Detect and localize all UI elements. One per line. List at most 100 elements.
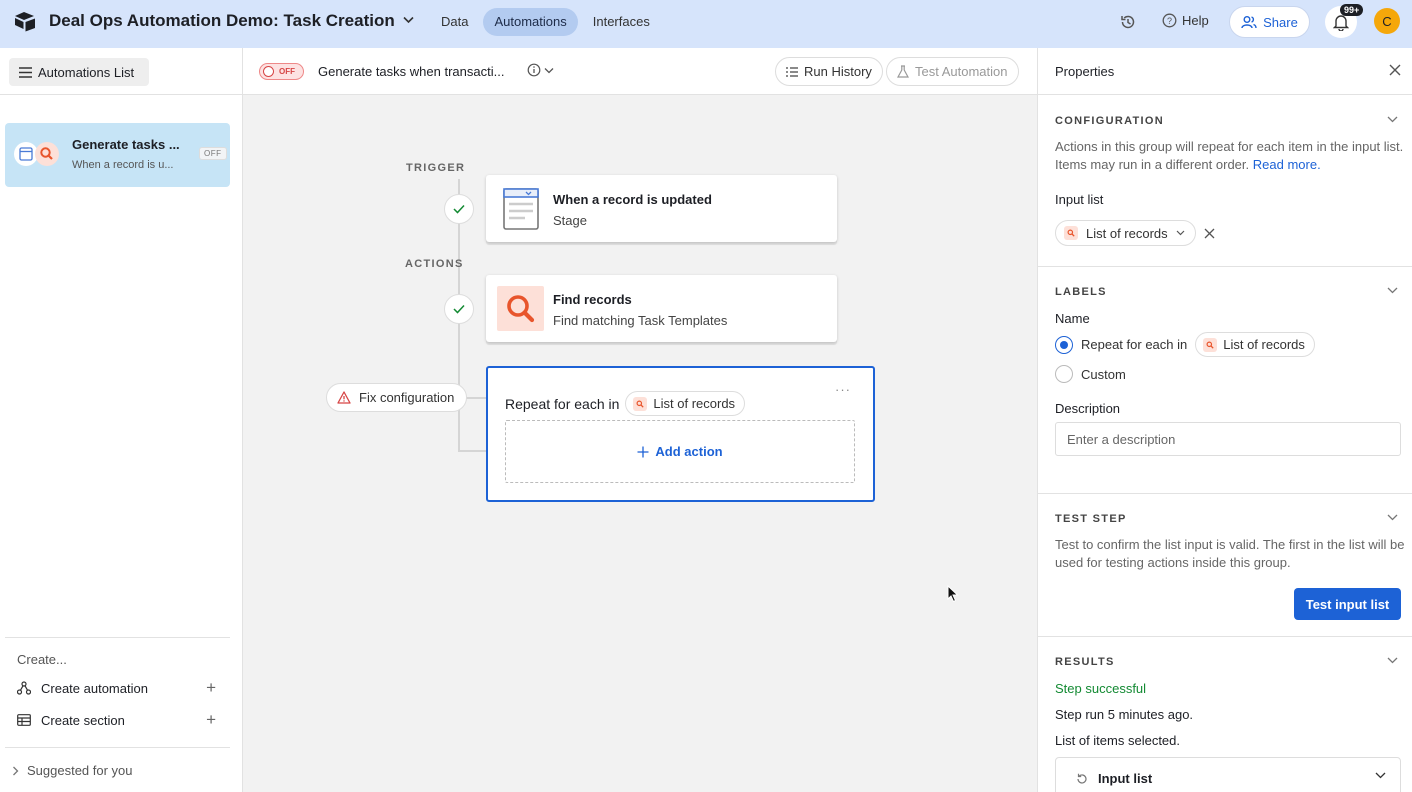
trigger-card[interactable]: When a record is updated Stage [486, 175, 837, 242]
help-label: Help [1182, 13, 1209, 28]
chevron-down-icon[interactable] [1387, 514, 1398, 521]
share-button[interactable]: Share [1229, 6, 1310, 38]
base-title[interactable]: Deal Ops Automation Demo: Task Creation [49, 11, 414, 31]
chevron-down-icon[interactable] [1387, 287, 1398, 294]
name-option-custom[interactable]: Custom [1055, 365, 1126, 383]
name-option-repeat[interactable]: Repeat for each in List of records [1055, 332, 1315, 357]
option-custom-label: Custom [1081, 366, 1126, 382]
repeat-title: Repeat for each in List of records [505, 391, 746, 416]
chevron-down-icon[interactable] [1387, 116, 1398, 123]
search-icon [1203, 337, 1218, 352]
divider [5, 747, 230, 748]
test-step-description: Test to confirm the list input is valid.… [1055, 537, 1405, 570]
chevron-down-icon[interactable] [1387, 657, 1398, 664]
notification-badge: 99+ [1340, 4, 1364, 16]
input-list-field: List of records [1055, 220, 1215, 246]
clear-icon[interactable] [1204, 228, 1215, 239]
automation-header: OFF Generate tasks when transacti... Run… [243, 48, 1037, 95]
warning-icon [337, 391, 351, 404]
results-heading: RESULTS [1055, 656, 1115, 668]
more-options-icon[interactable]: ··· [835, 382, 851, 397]
plus-icon[interactable]: + [206, 710, 216, 730]
test-input-list-button[interactable]: Test input list [1294, 588, 1401, 620]
add-action-label: Add action [655, 444, 723, 459]
plus-icon[interactable]: + [206, 678, 216, 698]
configuration-description: Actions in this group will repeat for ea… [1055, 138, 1405, 174]
automations-sidebar: Automations List Generate tasks ... When… [0, 48, 243, 792]
fix-configuration-button[interactable]: Fix configuration [326, 383, 468, 412]
mouse-cursor-icon [947, 585, 959, 603]
input-list-result-header: Input list [1076, 771, 1152, 786]
divider [1038, 493, 1412, 494]
close-icon[interactable] [1389, 64, 1401, 76]
chevron-down-icon[interactable] [1375, 772, 1386, 779]
find-records-card[interactable]: Find records Find matching Task Template… [486, 275, 837, 342]
list-of-records-chip: List of records [1195, 332, 1315, 357]
input-list-result[interactable]: Input list [1055, 757, 1401, 792]
name-label: Name [1055, 311, 1090, 326]
trigger-action-icons [14, 142, 59, 166]
section-icon [17, 714, 33, 726]
run-history-button[interactable]: Run History [775, 57, 883, 86]
create-automation-button[interactable]: Create automation + [17, 677, 222, 699]
create-label: Create... [17, 652, 67, 667]
properties-panel: Properties CONFIGURATION Actions in this… [1037, 48, 1412, 792]
tab-data[interactable]: Data [430, 8, 479, 36]
users-icon [1241, 16, 1257, 29]
trigger-label: TRIGGER [406, 162, 466, 174]
suggested-label: Suggested for you [27, 763, 133, 778]
input-list-select[interactable]: List of records [1055, 220, 1196, 246]
history-icon[interactable] [1119, 13, 1137, 31]
help-button[interactable]: ? Help [1162, 13, 1209, 28]
radio-button[interactable] [1055, 335, 1073, 354]
divider [1038, 266, 1412, 267]
record-updated-icon [503, 188, 539, 230]
description-label: Description [1055, 401, 1121, 416]
items-selected-text: List of items selected. [1055, 733, 1180, 748]
connector-line [458, 450, 488, 452]
automation-subtitle: When a record is u... [72, 159, 174, 171]
option-repeat-label: Repeat for each in [1081, 337, 1188, 352]
tab-automations[interactable]: Automations [483, 8, 578, 36]
help-icon: ? [1162, 13, 1177, 28]
test-automation-button[interactable]: Test Automation [886, 57, 1019, 86]
configuration-text: Actions in this group will repeat for ea… [1055, 139, 1404, 172]
test-automation-label: Test Automation [915, 64, 1008, 79]
create-section-button[interactable]: Create section + [17, 709, 222, 731]
step-run-time: Step run 5 minutes ago. [1055, 707, 1194, 722]
run-history-label: Run History [804, 64, 872, 79]
repeat-title-text: Repeat for each in [505, 395, 620, 412]
toggle-label: OFF [279, 67, 295, 76]
chip-label: List of records [653, 396, 736, 411]
step-status: Step successful [1055, 681, 1147, 696]
suggested-for-you-toggle[interactable]: Suggested for you [12, 763, 133, 778]
properties-header: Properties [1038, 48, 1412, 95]
automation-canvas: TRIGGER ACTIONS When a record is updated… [243, 95, 1037, 792]
menu-icon [19, 66, 32, 78]
svg-text:?: ? [1167, 16, 1172, 26]
bell-icon [1333, 14, 1349, 31]
airtable-logo-icon[interactable] [14, 10, 36, 32]
input-list-label: Input list [1055, 192, 1104, 207]
repeat-group-card[interactable]: Repeat for each in List of records ··· A… [486, 366, 875, 502]
avatar[interactable]: C [1374, 8, 1400, 34]
info-icon [527, 63, 541, 77]
top-bar: Deal Ops Automation Demo: Task Creation … [0, 0, 1412, 48]
automations-list-button[interactable]: Automations List [9, 58, 149, 86]
automation-toggle[interactable]: OFF [259, 63, 304, 80]
automation-info-button[interactable] [527, 63, 554, 77]
toggle-knob [263, 66, 274, 77]
description-input[interactable] [1055, 422, 1401, 456]
read-more-link[interactable]: Read more. [1253, 157, 1321, 172]
add-action-button[interactable]: Add action [505, 420, 855, 483]
check-icon [453, 204, 465, 214]
automation-name[interactable]: Generate tasks when transacti... [318, 64, 504, 79]
search-icon [1064, 226, 1078, 240]
base-title-text: Deal Ops Automation Demo: Task Creation [49, 11, 395, 30]
create-automation-label: Create automation [41, 680, 148, 696]
tab-interfaces[interactable]: Interfaces [582, 8, 661, 36]
automation-list-item[interactable]: Generate tasks ... When a record is u...… [5, 123, 230, 187]
search-icon [633, 396, 648, 411]
find-step-status [444, 294, 474, 324]
radio-button[interactable] [1055, 365, 1073, 383]
